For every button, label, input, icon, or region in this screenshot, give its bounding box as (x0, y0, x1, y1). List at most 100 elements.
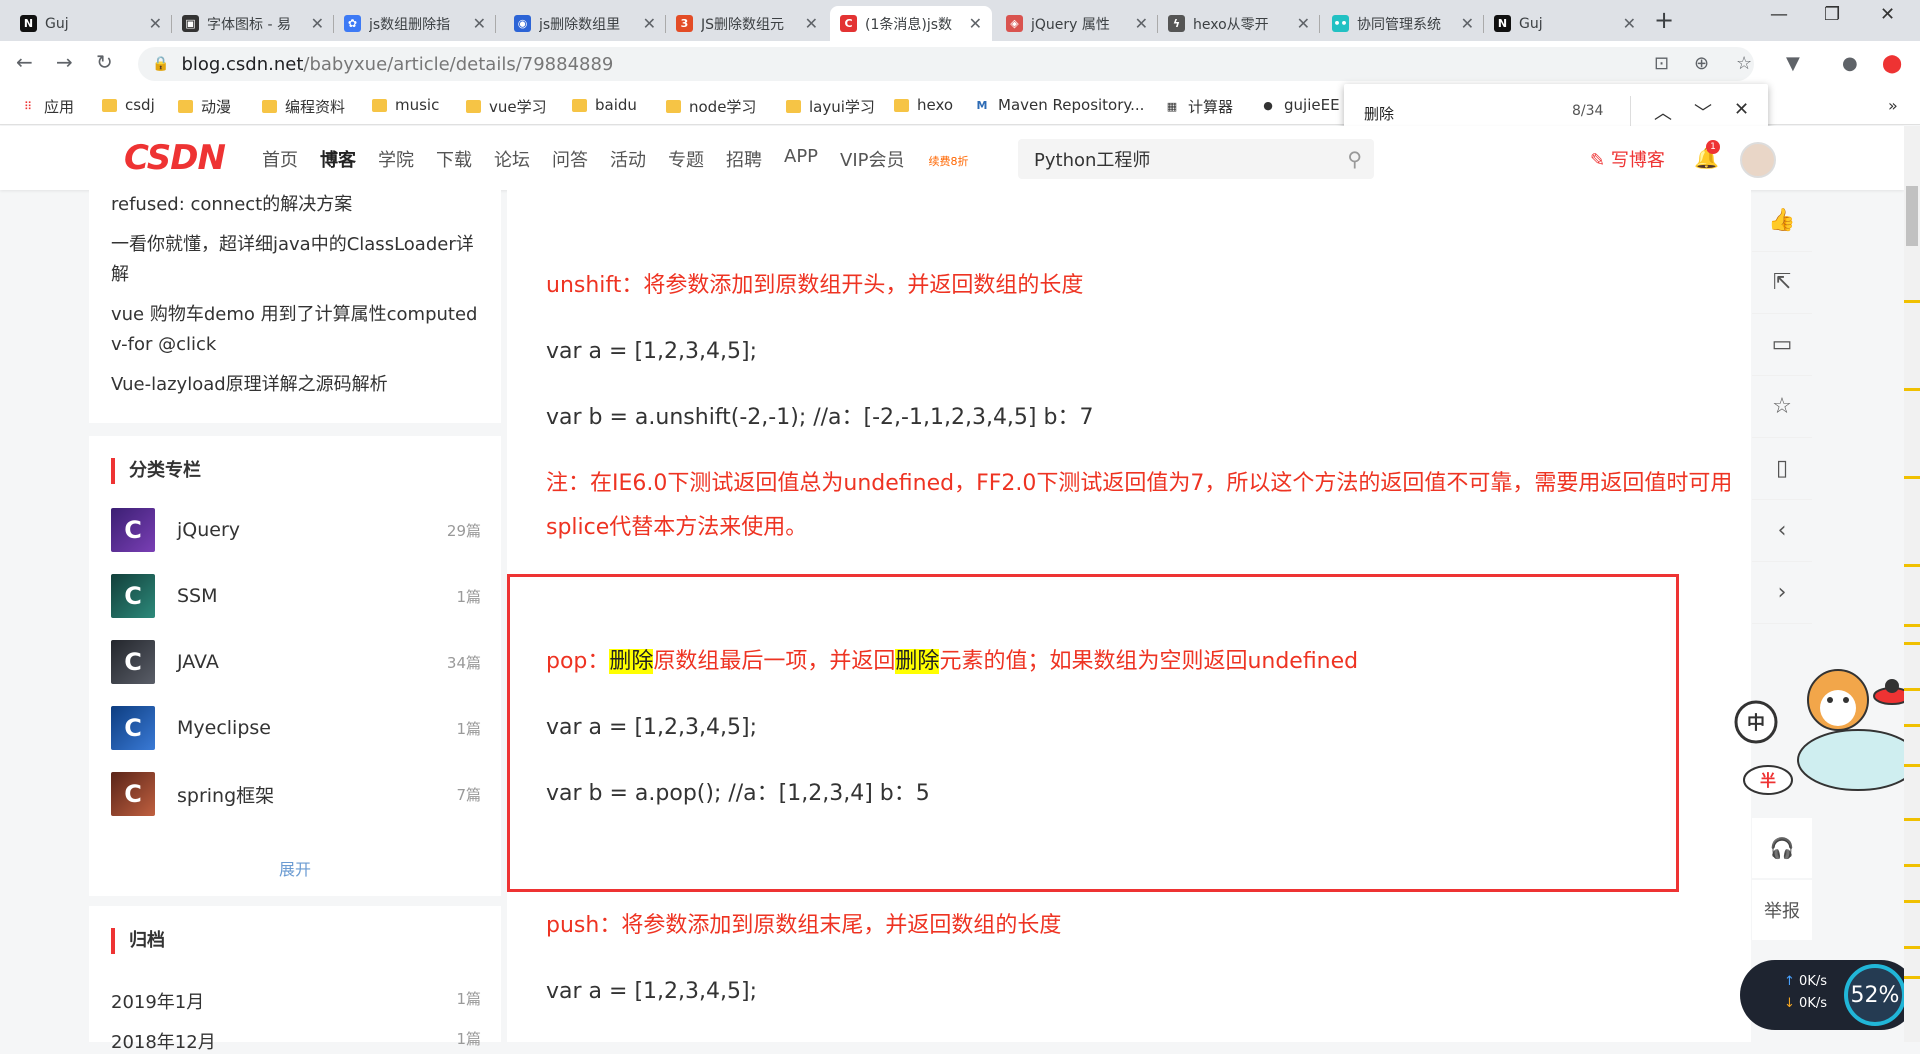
browser-tab[interactable]: N Guj ✕ (10, 6, 172, 41)
nav-jobs[interactable]: 招聘 (726, 146, 762, 172)
bookmark-folder[interactable]: vue学习 (466, 96, 547, 117)
next-article-icon[interactable]: › (1752, 562, 1812, 624)
close-tab-icon[interactable]: ✕ (1135, 14, 1148, 33)
site-search-input[interactable]: Python工程师 ⚲ (1018, 139, 1374, 179)
bookmark-folder[interactable]: csdj (102, 96, 155, 114)
main-nav: 首页 博客 学院 下载 论坛 问答 活动 专题 招聘 APP VIP会员 续费8折 (262, 146, 1013, 172)
close-tab-icon[interactable]: ✕ (1297, 14, 1310, 33)
forward-icon[interactable]: → (56, 50, 73, 74)
page-scrollbar[interactable] (1904, 126, 1920, 1042)
article-link[interactable]: 一看你就懂，超详细java中的ClassLoader详解 (111, 230, 491, 290)
new-tab-icon[interactable]: + (1654, 6, 1674, 34)
find-close-icon[interactable]: ✕ (1734, 99, 1749, 120)
nav-download[interactable]: 下载 (436, 146, 472, 172)
close-tab-icon[interactable]: ✕ (643, 14, 656, 33)
browser-tab[interactable]: ϟ hexo从零开 ✕ (1158, 6, 1320, 41)
bookmark-github[interactable]: ● gujieEE (1260, 96, 1339, 114)
search-icon[interactable]: ⚲ (1347, 147, 1362, 171)
nav-blog[interactable]: 博客 (320, 146, 356, 172)
category-item[interactable]: Cspring框架 7篇 (111, 772, 481, 816)
upload-arrow-icon: ↑ (1784, 974, 1795, 989)
bookmark-apps[interactable]: ⠿ 应用 (20, 96, 74, 117)
close-tab-icon[interactable]: ✕ (1461, 14, 1474, 33)
user-avatar[interactable] (1740, 142, 1776, 178)
browser-tab[interactable]: N Guj ✕ (1484, 6, 1646, 41)
category-item[interactable]: C Myeclipse 1篇 (111, 706, 481, 750)
nav-vip[interactable]: VIP会员 续费8折 (840, 146, 990, 172)
find-next-icon[interactable]: ﹀ (1694, 99, 1712, 125)
article-link[interactable]: vue 购物车demo 用到了计算属性computed v-for @click (111, 300, 491, 360)
prev-article-icon[interactable]: ‹ (1752, 500, 1812, 562)
nav-home[interactable]: 首页 (262, 146, 298, 172)
mobile-icon[interactable]: ▯ (1752, 438, 1812, 500)
nav-app[interactable]: APP (784, 146, 818, 172)
mascot-shiba-image[interactable]: 中 半 (1728, 660, 1918, 800)
translate-icon[interactable]: ⊡ (1654, 53, 1669, 74)
archive-item[interactable]: 2018年12月 1篇 (111, 1028, 481, 1054)
network-speed-widget[interactable]: ↑ 0K/s ↓ 0K/s 52% (1740, 960, 1916, 1030)
report-button[interactable]: 举报 (1752, 880, 1812, 940)
nav-topics[interactable]: 专题 (668, 146, 704, 172)
find-input[interactable]: 删除 (1364, 103, 1394, 124)
browser-tab-active[interactable]: C (1条消息)js数 ✕ (830, 6, 992, 41)
scrollbar-thumb[interactable] (1906, 186, 1918, 246)
nav-qa[interactable]: 问答 (552, 146, 588, 172)
bookmark-folder[interactable]: 动漫 (178, 96, 231, 117)
archive-item[interactable]: 2019年1月 1篇 (111, 988, 481, 1014)
profile-icon[interactable]: ● (1842, 53, 1858, 74)
close-tab-icon[interactable]: ✕ (473, 14, 486, 33)
reload-icon[interactable]: ↻ (96, 50, 113, 74)
lock-icon[interactable]: 🔒 (152, 56, 169, 72)
bookmark-folder[interactable]: baidu (572, 96, 637, 114)
address-bar[interactable]: 🔒 blog.csdn.net/babyxue/article/details/… (138, 47, 1754, 81)
browser-tab[interactable]: 3 JS删除数组元 ✕ (666, 6, 828, 41)
close-tab-icon[interactable]: ✕ (1623, 14, 1636, 33)
browser-tab[interactable]: ✿ js数组删除指 ✕ (334, 6, 496, 41)
csdn-logo[interactable]: CSDN (124, 138, 226, 178)
close-tab-icon[interactable]: ✕ (805, 14, 818, 33)
nav-events[interactable]: 活动 (610, 146, 646, 172)
close-tab-icon[interactable]: ✕ (311, 14, 324, 33)
bookmark-maven[interactable]: M Maven Repository... (974, 96, 1145, 114)
bookmark-calculator[interactable]: ▦ 计算器 (1164, 96, 1233, 117)
comment-icon[interactable]: ▭ (1752, 314, 1812, 376)
close-tab-icon[interactable]: ✕ (969, 14, 982, 33)
nav-academy[interactable]: 学院 (378, 146, 414, 172)
write-blog-button[interactable]: ✎ 写博客 (1590, 146, 1665, 172)
more-bookmarks-icon[interactable]: » (1888, 96, 1898, 115)
category-item[interactable]: CjQuery 29篇 (111, 508, 481, 552)
update-icon[interactable]: ⬤ (1882, 53, 1902, 74)
extension-v-icon[interactable]: ▼ (1786, 53, 1800, 74)
bookmark-folder[interactable]: layui学习 (786, 96, 875, 117)
browser-tab[interactable]: ◈ jQuery 属性 ✕ (996, 6, 1158, 41)
article-link[interactable]: refused: connect的解决方案 (111, 190, 491, 220)
bookmark-folder[interactable]: 编程资料 (262, 96, 345, 117)
find-prev-icon[interactable]: ︿ (1654, 99, 1672, 125)
favorite-star-icon[interactable]: ☆ (1752, 376, 1812, 438)
browser-tab[interactable]: •• 协同管理系统 ✕ (1322, 6, 1484, 41)
close-window-icon[interactable]: ✕ (1880, 4, 1895, 25)
maximize-icon[interactable]: ❐ (1824, 4, 1840, 25)
bookmark-folder[interactable]: hexo (894, 96, 953, 114)
bookmark-folder[interactable]: music (372, 96, 439, 114)
back-icon[interactable]: ← (16, 50, 33, 74)
bookmark-folder[interactable]: node学习 (666, 96, 756, 117)
article-link[interactable]: Vue-lazyload原理详解之源码解析 (111, 370, 491, 400)
share-icon[interactable]: ⇱ (1752, 252, 1812, 314)
customer-service-icon[interactable]: 🎧 (1752, 818, 1812, 878)
category-item[interactable]: C JAVA 34篇 (111, 640, 481, 684)
find-match-highlight: 删除 (895, 649, 940, 674)
like-icon[interactable]: 👍 (1752, 190, 1812, 252)
close-tab-icon[interactable]: ✕ (149, 14, 162, 33)
category-item[interactable]: C SSM 1篇 (111, 574, 481, 618)
category-thumb: C (111, 508, 155, 552)
browser-tab[interactable]: ▣ 字体图标 - 易 ✕ (172, 6, 334, 41)
zoom-icon[interactable]: ⊕ (1694, 53, 1709, 74)
minimize-icon[interactable]: — (1770, 4, 1788, 25)
globe-icon: ◉ (514, 15, 531, 32)
expand-categories-link[interactable]: 展开 (89, 856, 501, 880)
browser-tab[interactable]: ◉ js删除数组里 ✕ (504, 6, 666, 41)
notification-bell-icon[interactable]: 🔔 1 (1694, 140, 1720, 170)
nav-forum[interactable]: 论坛 (494, 146, 530, 172)
bookmark-star-icon[interactable]: ☆ (1736, 53, 1752, 74)
